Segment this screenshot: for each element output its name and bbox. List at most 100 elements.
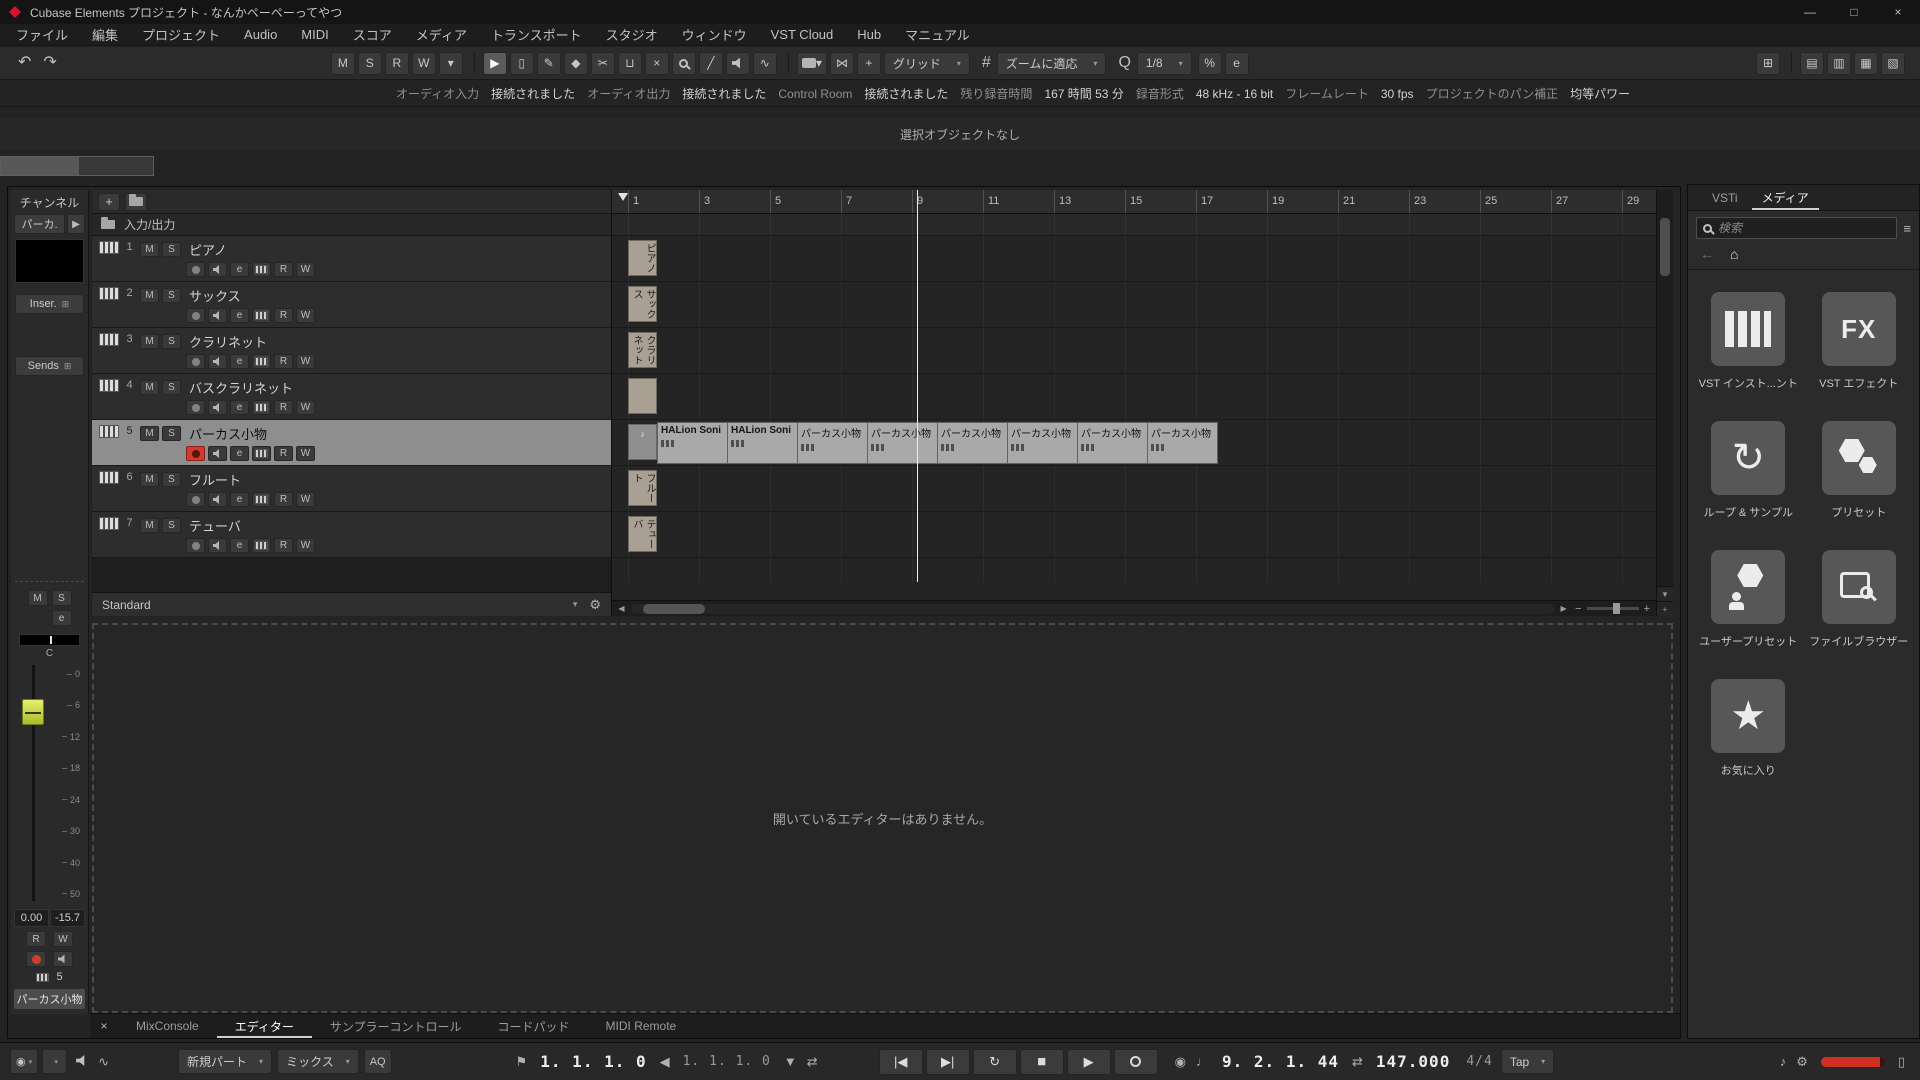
edit-channel-button[interactable]: e bbox=[230, 538, 249, 553]
vertical-zoom-icon[interactable]: + bbox=[1657, 601, 1673, 616]
swing-button[interactable]: % bbox=[1198, 52, 1222, 75]
write-button[interactable]: W bbox=[296, 262, 315, 277]
exchange-time-icon[interactable]: ◀ bbox=[660, 1054, 670, 1070]
quantize-combo[interactable]: 1/8 ▾ bbox=[1137, 52, 1192, 75]
midi-clip[interactable]: HALion Soni bbox=[727, 422, 798, 464]
fader-level-value[interactable]: 0.00 bbox=[14, 909, 49, 927]
write-all-button[interactable]: W bbox=[412, 52, 436, 75]
edit-channel-button[interactable]: e bbox=[230, 446, 249, 461]
secondary-time-display[interactable]: 1. 1. 1. 0 bbox=[683, 1054, 771, 1069]
chevron-down-icon[interactable]: ▾ bbox=[573, 599, 578, 610]
lane-percussion[interactable]: ♪ HALion Soni HALion Soni パーカス bbox=[612, 420, 1656, 466]
menu-file[interactable]: ファイル bbox=[4, 25, 80, 44]
edit-channel-button[interactable]: e bbox=[230, 354, 249, 369]
channel-record-button[interactable] bbox=[26, 951, 46, 967]
menu-transport[interactable]: トランスポート bbox=[479, 25, 594, 44]
pan-control[interactable] bbox=[19, 634, 80, 646]
record-enable-button[interactable] bbox=[186, 492, 205, 507]
file-browser-icon[interactable] bbox=[1822, 550, 1896, 624]
edit-channel-button[interactable]: e bbox=[230, 308, 249, 323]
solo-button[interactable]: S bbox=[162, 242, 181, 257]
read-button[interactable]: R bbox=[274, 446, 293, 461]
status-audio-output[interactable]: オーディオ出力 接続されました bbox=[587, 85, 766, 102]
midi-clip[interactable]: HALion Soni bbox=[657, 422, 728, 464]
monitor-button[interactable] bbox=[208, 354, 227, 369]
home-icon[interactable]: ⌂ bbox=[1730, 246, 1738, 262]
peak-level-value[interactable]: -15.7 bbox=[50, 909, 85, 927]
lower-zone-toggle[interactable]: ▥ bbox=[1827, 52, 1851, 75]
primary-time-display[interactable]: 1. 1. 1. 0 bbox=[540, 1052, 646, 1071]
midi-clip[interactable]: パーカス小物 bbox=[1077, 422, 1148, 464]
auto-quantize-button[interactable]: AQ bbox=[364, 1049, 392, 1074]
close-button[interactable]: × bbox=[1876, 0, 1920, 24]
read-all-button[interactable]: R bbox=[385, 52, 409, 75]
menu-hub[interactable]: Hub bbox=[845, 27, 893, 42]
lane-flute[interactable]: フルート bbox=[612, 466, 1656, 512]
play-button[interactable]: ▶ bbox=[1067, 1049, 1111, 1075]
solo-all-button[interactable]: S bbox=[358, 52, 382, 75]
menu-window[interactable]: ウィンドウ bbox=[670, 25, 759, 44]
quantize-panel-button[interactable]: e bbox=[1225, 52, 1249, 75]
minimize-button[interactable]: — bbox=[1788, 0, 1832, 24]
scroll-down-icon[interactable]: ▼ bbox=[1657, 586, 1673, 601]
hscroll-track[interactable] bbox=[631, 604, 1554, 614]
mix-mode-combo[interactable]: ミックス ▾ bbox=[277, 1049, 359, 1074]
read-button[interactable]: R bbox=[274, 354, 293, 369]
monitor-button[interactable] bbox=[208, 262, 227, 277]
track-filter-button[interactable] bbox=[125, 193, 147, 211]
read-button[interactable]: R bbox=[274, 492, 293, 507]
loops-samples-icon[interactable]: ↻ bbox=[1711, 421, 1785, 495]
solo-button[interactable]: S bbox=[162, 380, 181, 395]
track-preset-bar[interactable]: Standard ▾ ⚙ bbox=[92, 592, 611, 616]
solo-button[interactable]: S bbox=[162, 334, 181, 349]
tile-user-presets[interactable]: ユーザープリセット bbox=[1699, 550, 1797, 649]
midi-clip[interactable]: パーカス小物 bbox=[1147, 422, 1218, 464]
monitor-button[interactable] bbox=[208, 538, 227, 553]
menu-vst-cloud[interactable]: VST Cloud bbox=[759, 27, 846, 42]
tab-midi-remote[interactable]: MIDI Remote bbox=[588, 1014, 695, 1038]
edit-channel-button[interactable]: e bbox=[230, 492, 249, 507]
tempo-sync-icon[interactable]: ⇄ bbox=[1352, 1054, 1363, 1070]
track-row-piano[interactable]: 1 M S ピアノ e R W bbox=[92, 236, 611, 282]
user-presets-icon[interactable] bbox=[1711, 550, 1785, 624]
tab-mixconsole[interactable]: MixConsole bbox=[118, 1014, 217, 1038]
read-button[interactable]: R bbox=[274, 400, 293, 415]
fader-handle[interactable] bbox=[22, 699, 44, 725]
midi-clip[interactable]: パーカス小物 bbox=[867, 422, 938, 464]
scrub-tool-button[interactable]: ∿ bbox=[753, 52, 777, 75]
monitor-button[interactable] bbox=[208, 400, 227, 415]
range-tool-button[interactable]: ▯ bbox=[510, 52, 534, 75]
write-button[interactable]: W bbox=[296, 308, 315, 323]
tile-favorites[interactable]: ★ お気に入り bbox=[1711, 679, 1785, 778]
record-enable-button-active[interactable] bbox=[186, 446, 205, 461]
vertical-scrollbar[interactable]: ▼ + bbox=[1656, 190, 1673, 616]
automation-dropdown[interactable]: ▾ bbox=[439, 52, 463, 75]
go-to-next-marker-button[interactable]: ▶| bbox=[926, 1049, 970, 1075]
lane-tag[interactable] bbox=[628, 378, 657, 414]
solo-button[interactable]: S bbox=[162, 288, 181, 303]
lane-piano[interactable]: ピアノ bbox=[612, 236, 1656, 282]
maximize-button[interactable]: □ bbox=[1832, 0, 1876, 24]
status-pan-law[interactable]: プロジェクトのパン補正 均等パワー bbox=[1426, 85, 1631, 102]
write-button[interactable]: W bbox=[296, 492, 315, 507]
mute-button[interactable]: M bbox=[140, 242, 159, 257]
status-control-room[interactable]: Control Room 接続されました bbox=[778, 85, 948, 102]
record-enable-button[interactable] bbox=[186, 354, 205, 369]
favorites-icon[interactable]: ★ bbox=[1711, 679, 1785, 753]
lane-tag[interactable]: サックス bbox=[628, 286, 657, 322]
presets-icon[interactable] bbox=[1822, 421, 1896, 495]
lane-tag[interactable]: テューバ bbox=[628, 516, 657, 552]
read-button[interactable]: R bbox=[274, 308, 293, 323]
play-tool-button[interactable] bbox=[726, 52, 750, 75]
lane-tag[interactable]: ピアノ bbox=[628, 240, 657, 276]
split-tool-button[interactable]: ✂ bbox=[591, 52, 615, 75]
status-record-format[interactable]: 録音形式 48 kHz - 16 bit bbox=[1136, 85, 1273, 102]
time-signature-display[interactable]: 4/4 bbox=[1466, 1054, 1492, 1069]
solo-button[interactable]: S bbox=[162, 518, 181, 533]
menu-manual[interactable]: マニュアル bbox=[893, 25, 982, 44]
channel-tab[interactable]: パーカ. bbox=[14, 214, 65, 234]
channel-track-name[interactable]: パーカス小物 bbox=[14, 989, 85, 1009]
instrument-button[interactable] bbox=[252, 538, 271, 553]
playhead-cursor[interactable] bbox=[917, 190, 918, 582]
scroll-right-icon[interactable]: ▶ bbox=[1556, 604, 1571, 613]
